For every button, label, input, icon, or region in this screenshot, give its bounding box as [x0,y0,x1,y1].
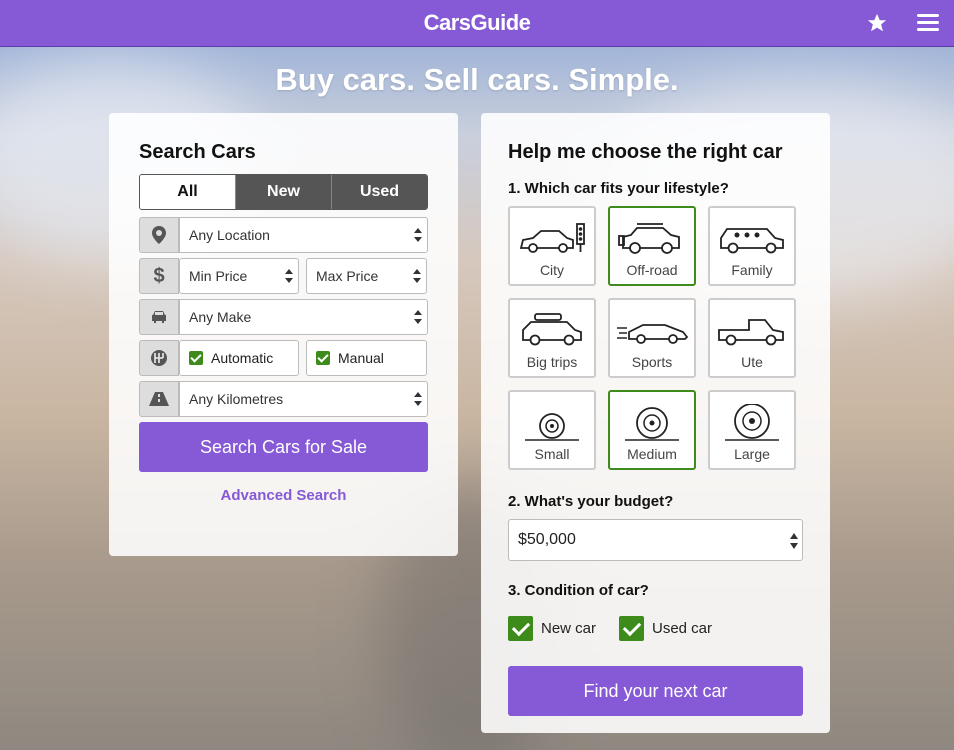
select-arrows-icon [790,533,798,549]
medium-wheel-icon [625,407,679,441]
condition-tabs: All New Used [139,174,428,210]
carsguide-logo[interactable]: CarsGuide [0,10,954,36]
manual-checkbox[interactable]: Manual [306,340,427,376]
star-icon[interactable] [866,12,888,34]
city-car-icon [519,223,585,253]
checkbox-checked-icon [316,351,330,365]
dollar-icon: $ [139,258,179,294]
location-select[interactable]: Any Location [179,217,428,253]
gearbox-icon [139,340,179,376]
find-your-next-car-button[interactable]: Find your next car [508,666,803,716]
price-row: $ Min Price Max Price [139,258,428,294]
tile-label: Ute [741,354,763,370]
select-arrows-icon [413,269,421,283]
tile-label: Big trips [526,354,578,370]
lifestyle-tile-family[interactable]: Family [708,206,796,286]
top-navigation-bar: CarsGuide [0,0,954,47]
location-pin-icon [139,217,179,253]
lifestyle-tile-sports[interactable]: Sports [608,298,696,378]
family-car-icon [720,228,784,254]
car-chooser-title: Help me choose the right car [508,141,783,163]
max-price-select[interactable]: Max Price [306,258,427,294]
min-price-select[interactable]: Min Price [179,258,299,294]
lifestyle-tile-big-trips[interactable]: Big trips [508,298,596,378]
checkbox-checked-icon [508,616,533,641]
hero-title: Buy cars. Sell cars. Simple. [275,62,679,97]
search-cars-panel: Search Cars All New Used Any Location $ … [109,113,458,556]
tab-all[interactable]: All [140,175,235,209]
advanced-search-link[interactable]: Advanced Search [139,487,428,504]
tile-label: Large [734,446,770,462]
size-tile-medium[interactable]: Medium [608,390,696,470]
tile-label: Family [731,262,773,278]
select-arrows-icon [285,269,293,283]
hamburger-menu-icon[interactable] [917,14,939,32]
search-cars-title: Search Cars [139,141,256,163]
car-chooser-panel: Help me choose the right car 1. Which ca… [481,113,830,733]
size-tile-small[interactable]: Small [508,390,596,470]
used-car-checkbox[interactable]: Used car [619,616,712,641]
size-tile-large[interactable]: Large [708,390,796,470]
sports-car-icon [617,324,689,344]
make-select[interactable]: Any Make [179,299,428,335]
tile-label: Off-road [626,262,678,278]
tab-used[interactable]: Used [331,175,427,209]
select-arrows-icon [414,392,422,406]
roofbox-car-icon [522,313,582,346]
budget-question: 2. What's your budget? [508,493,674,510]
transmission-row: Automatic Manual [139,340,428,376]
tile-label: City [539,262,565,278]
kilometres-select[interactable]: Any Kilometres [179,381,428,417]
car-icon [139,299,179,335]
budget-select[interactable]: $50,000 [508,519,803,561]
select-arrows-icon [414,310,422,324]
automatic-checkbox[interactable]: Automatic [179,340,299,376]
tile-label: Medium [627,446,677,462]
road-icon [139,381,179,417]
checkbox-checked-icon [189,351,203,365]
tile-label: Small [534,446,570,462]
new-car-checkbox[interactable]: New car [508,616,596,641]
location-row: Any Location [139,217,428,253]
lifestyle-question: 1. Which car fits your lifestyle? [508,180,729,197]
lifestyle-tile-ute[interactable]: Ute [708,298,796,378]
search-cars-for-sale-button[interactable]: Search Cars for Sale [139,422,428,472]
small-wheel-icon [525,413,579,441]
ute-icon [718,319,784,346]
checkbox-checked-icon [619,616,644,641]
large-wheel-icon [725,404,779,441]
select-arrows-icon [414,228,422,242]
condition-question: 3. Condition of car? [508,582,649,599]
lifestyle-tile-city[interactable]: City [508,206,596,286]
make-row: Any Make [139,299,428,335]
tile-label: Sports [631,354,673,370]
tab-new[interactable]: New [235,175,331,209]
kilometres-row: Any Kilometres [139,381,428,417]
lifestyle-tile-offroad[interactable]: Off-road [608,206,696,286]
offroad-car-icon [618,223,680,254]
